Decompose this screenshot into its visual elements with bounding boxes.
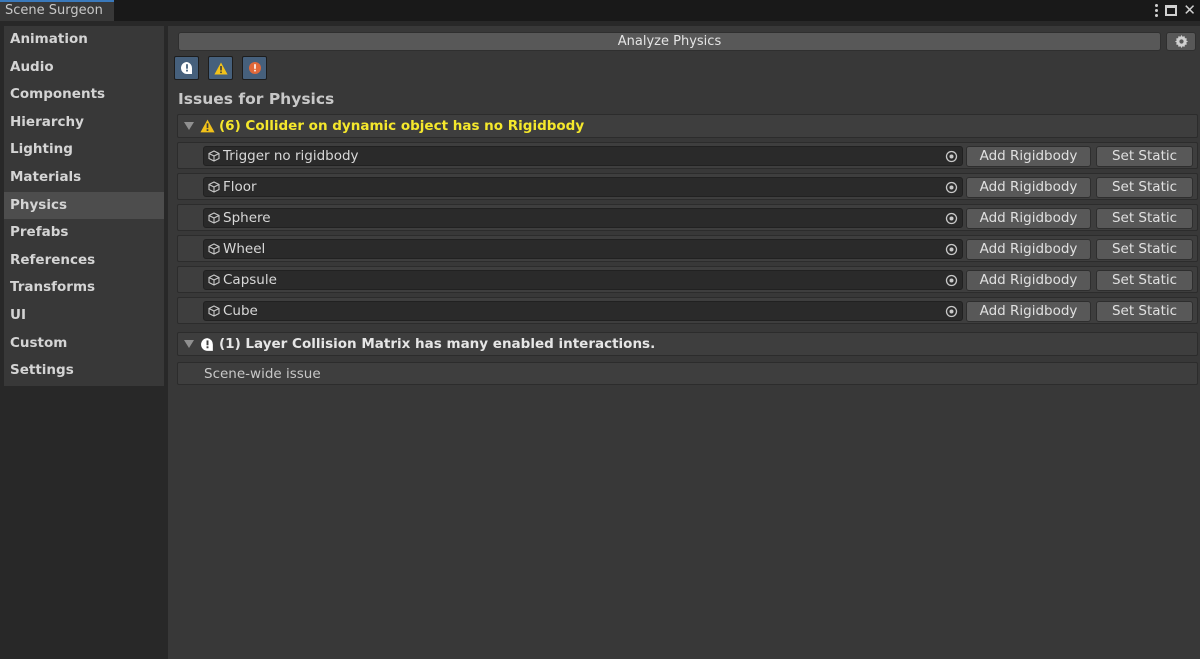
set-static-button[interactable]: Set Static [1096,177,1193,198]
cube-icon [208,305,220,317]
issue-group-header-rigidbody[interactable]: (6) Collider on dynamic object has no Ri… [177,114,1198,138]
object-picker-icon[interactable] [945,274,958,287]
set-static-button[interactable]: Set Static [1096,301,1193,322]
issue-row: Trigger no rigidbody Add Rigidbody Set S… [177,142,1198,169]
gear-icon [1174,35,1188,48]
analyze-button[interactable]: Analyze Physics [178,32,1161,51]
filter-info-button[interactable] [174,56,199,80]
issue-row: Floor Add Rigidbody Set Static [177,173,1198,200]
object-field[interactable]: Wheel [203,239,963,259]
object-field[interactable]: Floor [203,177,963,197]
sidebar: Animation Audio Components Hierarchy Lig… [4,26,164,386]
set-static-button[interactable]: Set Static [1096,270,1193,291]
add-rigidbody-button[interactable]: Add Rigidbody [966,177,1091,198]
sidebar-item-ui[interactable]: UI [4,302,164,330]
object-name: Trigger no rigidbody [223,148,359,164]
severity-filters [174,56,267,80]
sidebar-item-references[interactable]: References [4,247,164,275]
issue-group-title: (1) Layer Collision Matrix has many enab… [219,336,656,352]
object-picker-icon[interactable] [945,243,958,256]
object-field[interactable]: Cube [203,301,963,321]
cube-icon [208,181,220,193]
issue-group-header-collision-matrix[interactable]: (1) Layer Collision Matrix has many enab… [177,332,1198,356]
more-options-icon[interactable] [1155,4,1159,17]
object-name: Floor [223,179,257,195]
window-controls: ✕ [1155,0,1196,21]
sidebar-item-transforms[interactable]: Transforms [4,274,164,302]
warning-icon [200,119,215,133]
add-rigidbody-button[interactable]: Add Rigidbody [966,208,1091,229]
object-name: Capsule [223,272,277,288]
sidebar-item-prefabs[interactable]: Prefabs [4,219,164,247]
cube-icon [208,212,220,224]
set-static-button[interactable]: Set Static [1096,239,1193,260]
issue-row: Sphere Add Rigidbody Set Static [177,204,1198,231]
section-title: Issues for Physics [178,90,335,108]
object-name: Sphere [223,210,271,226]
window-titlebar: Scene Surgeon ✕ [0,0,1200,21]
sidebar-item-materials[interactable]: Materials [4,164,164,192]
sidebar-item-settings[interactable]: Settings [4,357,164,385]
scene-issue-label: Scene-wide issue [204,366,321,382]
object-picker-icon[interactable] [945,150,958,163]
main-panel: Analyze Physics Issues for Physics (6) C… [168,26,1200,659]
window-tab[interactable]: Scene Surgeon [0,0,114,21]
close-icon[interactable]: ✕ [1183,3,1196,18]
chevron-down-icon[interactable] [184,122,194,130]
cube-icon [208,150,220,162]
chevron-down-icon[interactable] [184,340,194,348]
issue-row: Capsule Add Rigidbody Set Static [177,266,1198,293]
object-field[interactable]: Sphere [203,208,963,228]
maximize-icon[interactable] [1165,5,1178,16]
add-rigidbody-button[interactable]: Add Rigidbody [966,146,1091,167]
filter-error-button[interactable] [242,56,267,80]
set-static-button[interactable]: Set Static [1096,146,1193,167]
sidebar-item-physics[interactable]: Physics [4,191,164,220]
sidebar-item-lighting[interactable]: Lighting [4,136,164,164]
sidebar-item-custom[interactable]: Custom [4,330,164,358]
sidebar-item-components[interactable]: Components [4,81,164,109]
object-picker-icon[interactable] [945,181,958,194]
info-icon [180,62,192,74]
scene-issue-row: Scene-wide issue [177,362,1198,385]
filter-warning-button[interactable] [208,56,233,80]
issue-group-title: (6) Collider on dynamic object has no Ri… [219,118,585,134]
object-name: Cube [223,303,258,319]
warning-icon [213,62,228,74]
object-field[interactable]: Trigger no rigidbody [203,146,963,166]
add-rigidbody-button[interactable]: Add Rigidbody [966,301,1091,322]
error-icon [248,62,261,74]
add-rigidbody-button[interactable]: Add Rigidbody [966,270,1091,291]
sidebar-item-hierarchy[interactable]: Hierarchy [4,109,164,137]
object-name: Wheel [223,241,266,257]
set-static-button[interactable]: Set Static [1096,208,1193,229]
settings-button[interactable] [1166,32,1196,51]
object-field[interactable]: Capsule [203,270,963,290]
issue-row: Cube Add Rigidbody Set Static [177,297,1198,324]
sidebar-item-animation[interactable]: Animation [4,26,164,54]
info-icon [201,337,213,351]
object-picker-icon[interactable] [945,212,958,225]
add-rigidbody-button[interactable]: Add Rigidbody [966,239,1091,260]
issue-row: Wheel Add Rigidbody Set Static [177,235,1198,262]
sidebar-item-audio[interactable]: Audio [4,54,164,82]
object-picker-icon[interactable] [945,305,958,318]
cube-icon [208,243,220,255]
cube-icon [208,274,220,286]
